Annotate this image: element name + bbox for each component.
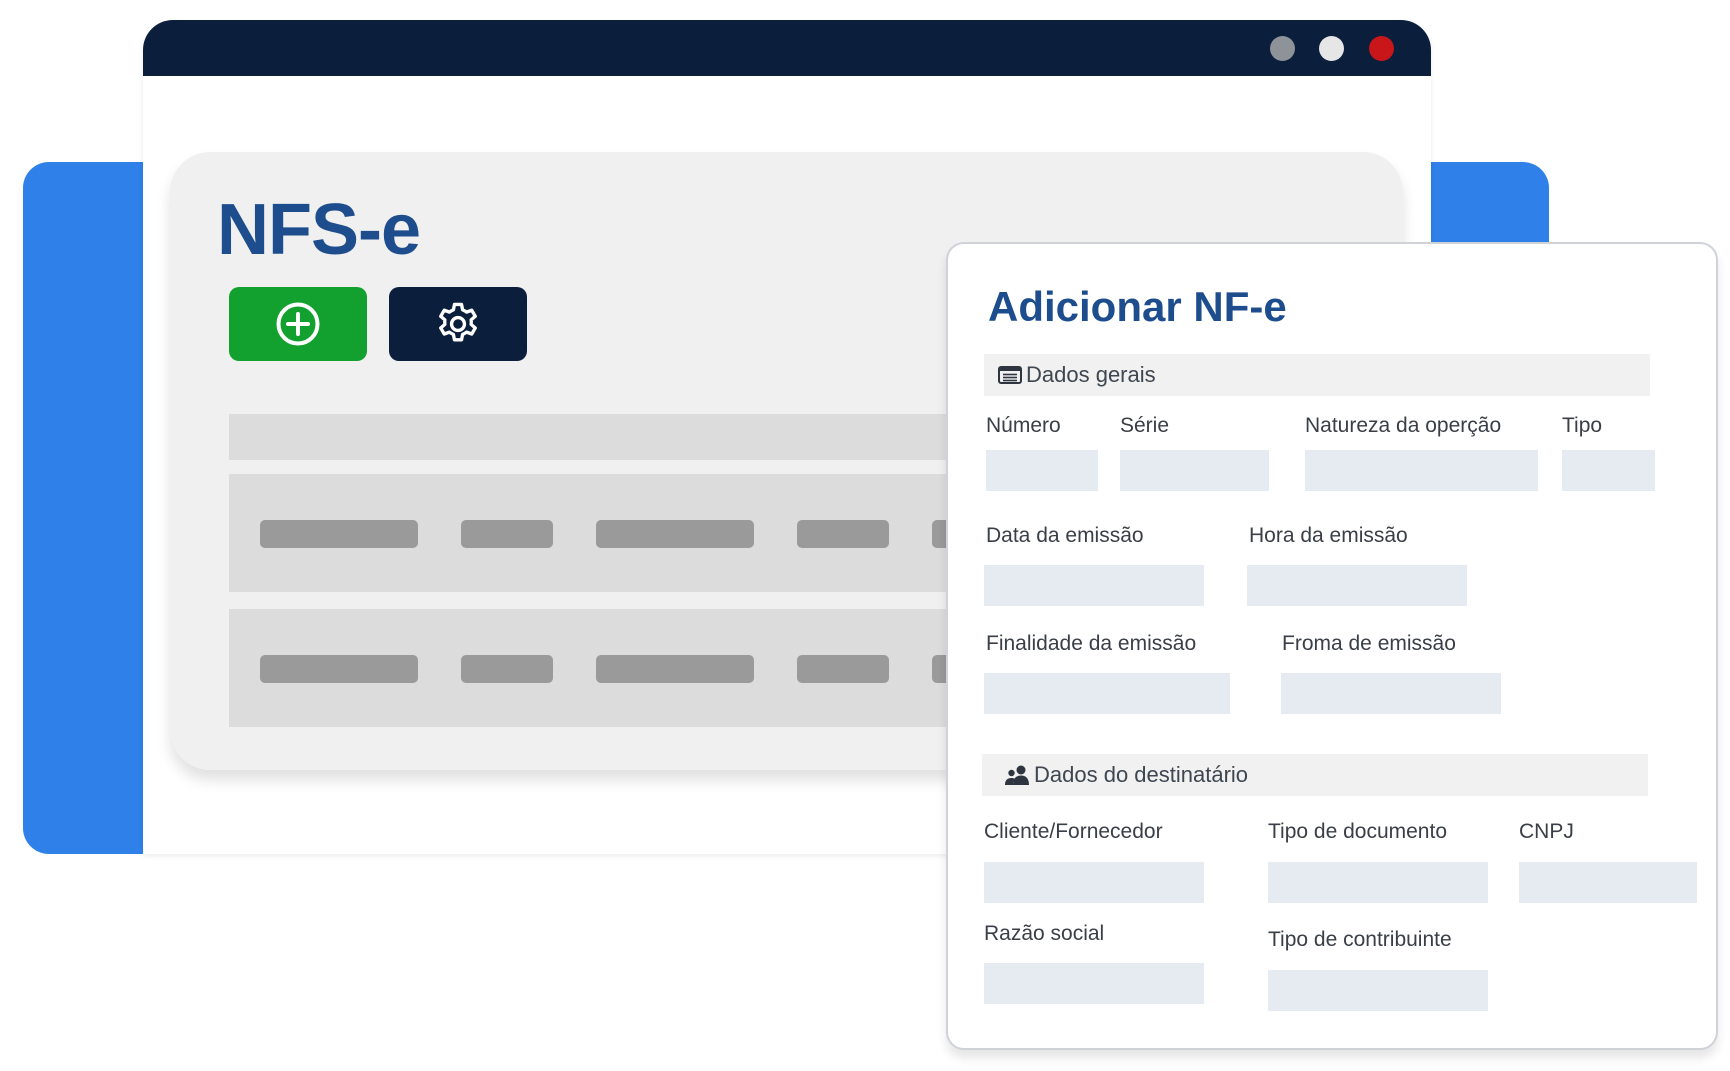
gear-icon [439,302,477,342]
close-button[interactable] [1369,36,1394,61]
natureza-field[interactable] [1305,450,1538,491]
tipo-documento-label: Tipo de documento [1268,820,1448,843]
table-row[interactable] [229,474,1009,592]
forma-label: Froma de emissão [1282,632,1456,655]
add-button[interactable] [229,287,367,361]
table-row[interactable] [229,609,1009,727]
table-cell-placeholder [596,520,754,548]
section-recipient-label: Dados do destinatário [1034,762,1249,787]
users-icon [1004,764,1030,786]
table-cell-placeholder [260,520,418,548]
cliente-label: Cliente/Fornecedor [984,820,1163,843]
maximize-button[interactable] [1319,36,1344,61]
settings-button[interactable] [389,287,527,361]
table-cell-placeholder [461,655,553,683]
finalidade-field[interactable] [984,673,1230,714]
section-recipient-header: Dados do destinatário [982,754,1648,796]
data-emissao-label: Data da emissão [986,524,1144,547]
hora-emissao-field[interactable] [1247,565,1467,606]
hora-emissao-label: Hora da emissão [1249,524,1408,547]
table-cell-placeholder [596,655,754,683]
list-icon [998,365,1022,385]
table-cell-placeholder [260,655,418,683]
table-cell-placeholder [797,655,889,683]
serie-field[interactable] [1120,450,1269,491]
add-nfe-modal: Adicionar NF-e Dados gerais Número Série… [946,242,1718,1050]
window-titlebar [143,20,1431,76]
tipo-label: Tipo [1562,414,1603,437]
tipo-contribuinte-field[interactable] [1268,970,1488,1011]
section-general-label: Dados gerais [1026,362,1156,387]
finalidade-label: Finalidade da emissão [986,632,1197,655]
modal-title: Adicionar NF-e [988,283,1287,330]
serie-label: Série [1120,414,1170,437]
tipo-documento-field[interactable] [1268,862,1488,903]
data-emissao-field[interactable] [984,565,1204,606]
tipo-field[interactable] [1562,450,1655,491]
cliente-field[interactable] [984,862,1204,903]
table-cell-placeholder [797,520,889,548]
numero-label: Número [986,414,1061,437]
tipo-contribuinte-label: Tipo de contribuinte [1268,928,1452,951]
page-title: NFS-e [217,190,421,270]
table-cell-placeholder [461,520,553,548]
razao-social-label: Razão social [984,922,1105,945]
forma-field[interactable] [1281,673,1501,714]
plus-circle-icon [276,302,320,346]
section-general-header: Dados gerais [984,354,1650,396]
razao-social-field[interactable] [984,963,1204,1004]
table-header [229,414,1009,460]
natureza-label: Natureza da operção [1305,414,1502,437]
minimize-button[interactable] [1270,36,1295,61]
cnpj-label: CNPJ [1519,820,1574,843]
cnpj-field[interactable] [1519,862,1697,903]
numero-field[interactable] [986,450,1098,491]
